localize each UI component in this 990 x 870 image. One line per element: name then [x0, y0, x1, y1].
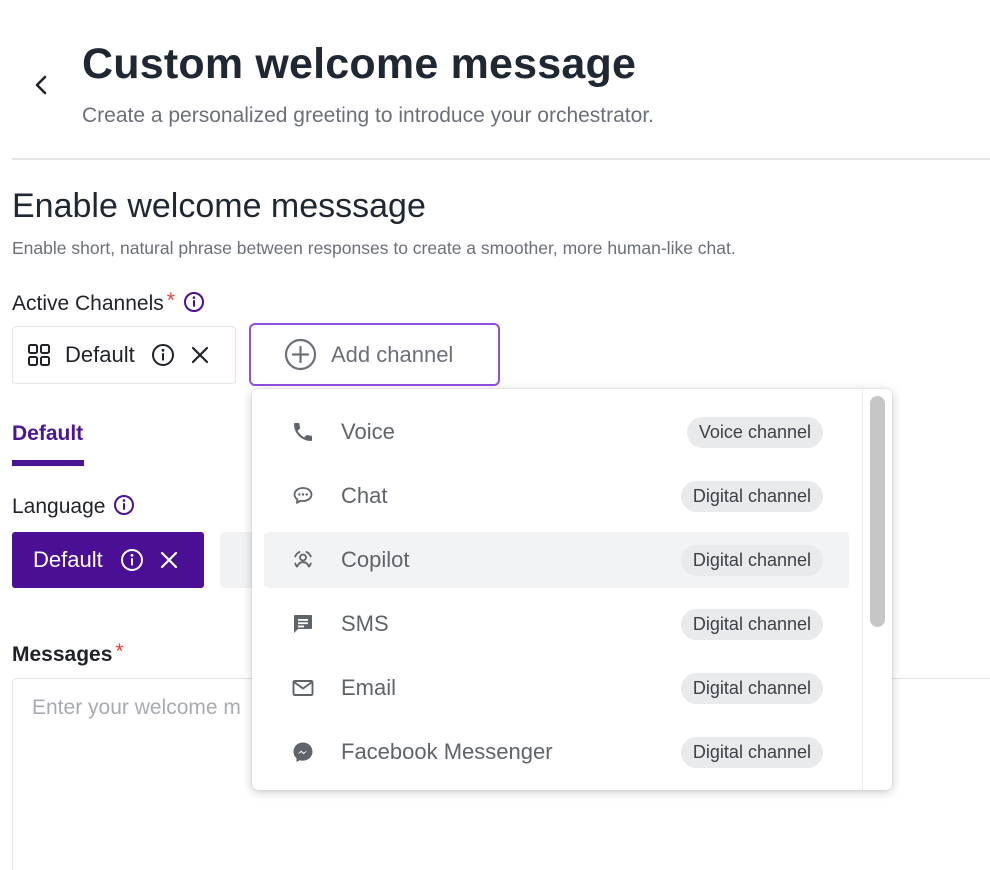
messages-placeholder: Enter your welcome m — [32, 696, 241, 719]
phone-icon — [290, 419, 316, 445]
dropdown-item-label: Voice — [341, 419, 395, 444]
info-icon[interactable] — [120, 548, 144, 572]
dropdown-item-voice[interactable]: Voice Voice channel — [264, 404, 849, 460]
dropdown-item-label: Copilot — [341, 547, 410, 572]
channel-type-badge: Digital channel — [680, 672, 823, 704]
tab-active-indicator — [12, 460, 84, 466]
close-icon[interactable] — [191, 346, 209, 364]
chat-bubble-icon — [290, 483, 316, 509]
tab-default[interactable]: Default — [12, 422, 83, 446]
channel-dropdown: Voice Voice channel Chat Digital channel… — [252, 389, 892, 790]
mail-icon — [290, 675, 316, 701]
page-title: Custom welcome message — [82, 40, 637, 88]
messages-label: Messages * — [12, 640, 124, 667]
dropdown-item-sms[interactable]: SMS Digital channel — [264, 596, 849, 652]
grid-icon — [27, 343, 51, 367]
info-icon[interactable] — [151, 343, 175, 367]
active-channels-label: Active Channels * — [12, 289, 205, 316]
dropdown-item-email[interactable]: Email Digital channel — [264, 660, 849, 716]
page-subtitle: Create a personalized greeting to introd… — [82, 104, 654, 127]
dropdown-item-label: Chat — [341, 483, 388, 508]
copilot-icon — [290, 547, 316, 573]
section-description: Enable short, natural phrase between res… — [12, 238, 736, 258]
channel-type-badge: Digital channel — [680, 736, 823, 768]
channel-type-badge: Voice channel — [686, 416, 823, 448]
info-icon[interactable] — [183, 291, 205, 313]
language-chip-label: Default — [33, 547, 103, 572]
add-channel-button[interactable]: Add channel — [249, 323, 500, 386]
messages-label-text: Messages — [12, 643, 113, 666]
close-icon[interactable] — [160, 551, 178, 569]
header-divider — [12, 158, 990, 160]
channel-chip-default[interactable]: Default — [12, 326, 236, 384]
messenger-icon — [290, 739, 316, 765]
dropdown-item-facebook-messenger[interactable]: Facebook Messenger Digital channel — [264, 724, 849, 780]
dropdown-scrollbar-thumb[interactable] — [870, 396, 885, 627]
channel-chip-label: Default — [65, 342, 135, 367]
dropdown-item-copilot[interactable]: Copilot Digital channel — [264, 532, 849, 588]
dropdown-item-label: SMS — [341, 611, 389, 636]
info-icon[interactable] — [113, 494, 135, 516]
sms-icon — [290, 611, 316, 637]
back-button[interactable] — [26, 68, 56, 102]
required-asterisk: * — [115, 640, 124, 663]
chevron-left-icon — [35, 75, 47, 95]
channel-type-badge: Digital channel — [680, 608, 823, 640]
required-asterisk: * — [166, 289, 175, 312]
dropdown-item-label: Facebook Messenger — [341, 739, 553, 764]
dropdown-item-label: Email — [341, 675, 397, 700]
language-label-text: Language — [12, 495, 106, 518]
language-chip-default[interactable]: Default — [12, 532, 204, 588]
add-channel-label: Add channel — [331, 341, 454, 367]
active-channels-label-text: Active Channels — [12, 292, 164, 315]
dropdown-item-chat[interactable]: Chat Digital channel — [264, 468, 849, 524]
section-title: Enable welcome messsage — [12, 187, 426, 225]
plus-circle-icon — [284, 338, 317, 371]
channel-type-badge: Digital channel — [680, 544, 823, 576]
channel-type-badge: Digital channel — [680, 480, 823, 512]
language-label: Language — [12, 495, 135, 519]
